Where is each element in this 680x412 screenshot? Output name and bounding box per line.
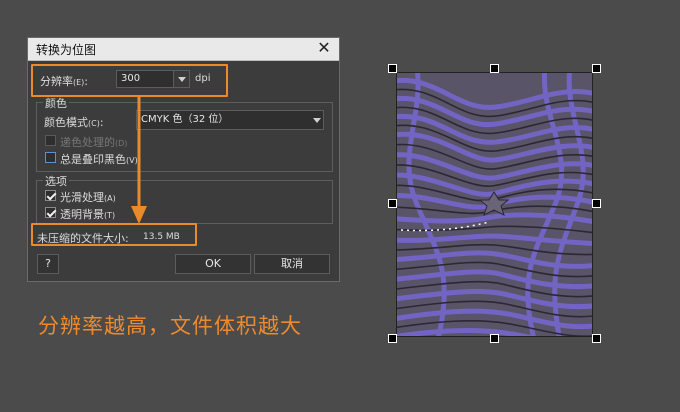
- selection-handle[interactable]: [490, 334, 499, 343]
- selection-handle[interactable]: [592, 64, 601, 73]
- selection-handle[interactable]: [592, 334, 601, 343]
- selection-handle[interactable]: [490, 64, 499, 73]
- selection-handle[interactable]: [592, 199, 601, 208]
- selection-handle[interactable]: [388, 199, 397, 208]
- caption-text: 分辨率越高，文件体积越大: [38, 314, 302, 338]
- selection-handle[interactable]: [388, 64, 397, 73]
- selection-handle[interactable]: [388, 334, 397, 343]
- selected-artwork[interactable]: [396, 72, 593, 337]
- wavy-pattern-image: [396, 72, 593, 337]
